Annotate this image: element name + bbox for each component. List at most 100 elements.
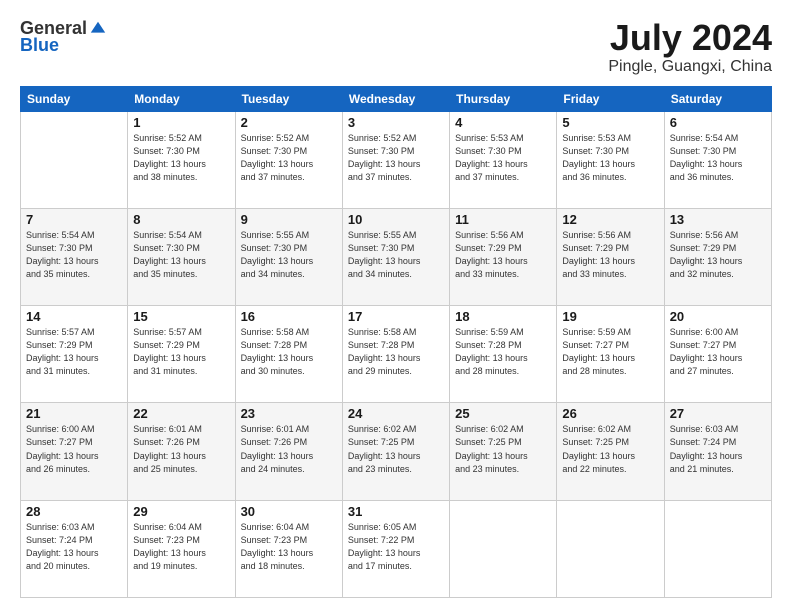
day-info: Sunrise: 6:02 AM Sunset: 7:25 PM Dayligh… xyxy=(455,423,551,475)
subtitle: Pingle, Guangxi, China xyxy=(608,58,772,76)
day-info: Sunrise: 5:59 AM Sunset: 7:27 PM Dayligh… xyxy=(562,326,658,378)
day-info: Sunrise: 5:59 AM Sunset: 7:28 PM Dayligh… xyxy=(455,326,551,378)
table-row: 31 Sunrise: 6:05 AM Sunset: 7:22 PM Dayli… xyxy=(342,500,449,597)
header-tuesday: Tuesday xyxy=(235,86,342,111)
day-info: Sunrise: 6:02 AM Sunset: 7:25 PM Dayligh… xyxy=(348,423,444,475)
day-number: 16 xyxy=(241,309,337,324)
calendar-week-row: 21Sunrise: 6:00 AM Sunset: 7:27 PM Dayli… xyxy=(21,403,772,500)
calendar-week-row: 28 Sunrise: 6:03 AM Sunset: 7:24 PM Dayli… xyxy=(21,500,772,597)
table-row: 14 Sunrise: 5:57 AM Sunset: 7:29 PM Dayli… xyxy=(21,306,128,403)
day-number: 8 xyxy=(133,212,229,227)
day-info: Sunrise: 5:54 AM Sunset: 7:30 PM Dayligh… xyxy=(133,229,229,281)
table-row: 2 Sunrise: 5:52 AM Sunset: 7:30 PM Daylig… xyxy=(235,111,342,208)
day-number: 28 xyxy=(26,504,122,519)
day-info: Sunrise: 6:01 AM Sunset: 7:26 PM Dayligh… xyxy=(241,423,337,475)
day-number: 17 xyxy=(348,309,444,324)
day-info: Sunrise: 6:03 AM Sunset: 7:24 PM Dayligh… xyxy=(670,423,766,475)
table-row: 3 Sunrise: 5:52 AM Sunset: 7:30 PM Daylig… xyxy=(342,111,449,208)
table-row xyxy=(664,500,771,597)
day-number: 10 xyxy=(348,212,444,227)
table-row: 23 Sunrise: 6:01 AM Sunset: 7:26 PM Dayli… xyxy=(235,403,342,500)
day-info: Sunrise: 6:04 AM Sunset: 7:23 PM Dayligh… xyxy=(241,521,337,573)
table-row: 27Sunrise: 6:03 AM Sunset: 7:24 PM Dayli… xyxy=(664,403,771,500)
table-row: 7Sunrise: 5:54 AM Sunset: 7:30 PM Daylig… xyxy=(21,208,128,305)
table-row: 18 Sunrise: 5:59 AM Sunset: 7:28 PM Dayli… xyxy=(450,306,557,403)
day-number: 3 xyxy=(348,115,444,130)
day-info: Sunrise: 6:00 AM Sunset: 7:27 PM Dayligh… xyxy=(26,423,122,475)
main-title: July 2024 xyxy=(608,18,772,58)
calendar-week-row: 7 Sunrise: 5:54 AM Sunset: 7:30 PM Daylig… xyxy=(21,208,772,305)
header-wednesday: Wednesday xyxy=(342,86,449,111)
table-row: 28 Sunrise: 6:03 AM Sunset: 7:24 PM Dayli… xyxy=(21,500,128,597)
day-info: Sunrise: 5:53 AM Sunset: 7:30 PM Dayligh… xyxy=(562,132,658,184)
day-number: 18 xyxy=(455,309,551,324)
table-row: 24 Sunrise: 6:02 AM Sunset: 7:25 PM Dayli… xyxy=(342,403,449,500)
table-row xyxy=(450,500,557,597)
day-info: Sunrise: 6:03 AM Sunset: 7:24 PM Dayligh… xyxy=(26,521,122,573)
day-number: 22 xyxy=(133,406,229,421)
day-number: 12 xyxy=(562,212,658,227)
day-info: Sunrise: 5:55 AM Sunset: 7:30 PM Dayligh… xyxy=(348,229,444,281)
day-info: Sunrise: 5:52 AM Sunset: 7:30 PM Dayligh… xyxy=(133,132,229,184)
table-row xyxy=(21,111,128,208)
day-number: 7 xyxy=(26,212,122,227)
day-number: 1 xyxy=(133,115,229,130)
table-row: 1 Sunrise: 5:52 AM Sunset: 7:30 PM Daylig… xyxy=(128,111,235,208)
day-number: 31 xyxy=(348,504,444,519)
table-row: 9Sunrise: 5:55 AM Sunset: 7:30 PM Daylig… xyxy=(235,208,342,305)
table-row: 15 Sunrise: 5:57 AM Sunset: 7:29 PM Dayli… xyxy=(128,306,235,403)
header-thursday: Thursday xyxy=(450,86,557,111)
day-info: Sunrise: 6:00 AM Sunset: 7:27 PM Dayligh… xyxy=(670,326,766,378)
table-row: 11 Sunrise: 5:56 AM Sunset: 7:29 PM Dayli… xyxy=(450,208,557,305)
day-number: 6 xyxy=(670,115,766,130)
day-info: Sunrise: 5:53 AM Sunset: 7:30 PM Dayligh… xyxy=(455,132,551,184)
day-number: 15 xyxy=(133,309,229,324)
day-info: Sunrise: 5:58 AM Sunset: 7:28 PM Dayligh… xyxy=(348,326,444,378)
day-info: Sunrise: 6:01 AM Sunset: 7:26 PM Dayligh… xyxy=(133,423,229,475)
day-number: 11 xyxy=(455,212,551,227)
table-row: 22 Sunrise: 6:01 AM Sunset: 7:26 PM Dayli… xyxy=(128,403,235,500)
day-number: 14 xyxy=(26,309,122,324)
logo-icon xyxy=(89,20,107,38)
calendar-week-row: 1 Sunrise: 5:52 AM Sunset: 7:30 PM Daylig… xyxy=(21,111,772,208)
day-info: Sunrise: 5:56 AM Sunset: 7:29 PM Dayligh… xyxy=(562,229,658,281)
calendar-table: Sunday Monday Tuesday Wednesday Thursday… xyxy=(20,86,772,598)
day-info: Sunrise: 6:04 AM Sunset: 7:23 PM Dayligh… xyxy=(133,521,229,573)
table-row: 19Sunrise: 5:59 AM Sunset: 7:27 PM Dayli… xyxy=(557,306,664,403)
table-row: 12 Sunrise: 5:56 AM Sunset: 7:29 PM Dayli… xyxy=(557,208,664,305)
day-number: 29 xyxy=(133,504,229,519)
table-row: 21Sunrise: 6:00 AM Sunset: 7:27 PM Dayli… xyxy=(21,403,128,500)
table-row: 13 Sunrise: 5:56 AM Sunset: 7:29 PM Dayli… xyxy=(664,208,771,305)
day-info: Sunrise: 5:58 AM Sunset: 7:28 PM Dayligh… xyxy=(241,326,337,378)
day-info: Sunrise: 5:57 AM Sunset: 7:29 PM Dayligh… xyxy=(26,326,122,378)
table-row: 30Sunrise: 6:04 AM Sunset: 7:23 PM Dayli… xyxy=(235,500,342,597)
day-info: Sunrise: 5:55 AM Sunset: 7:30 PM Dayligh… xyxy=(241,229,337,281)
table-row: 25 Sunrise: 6:02 AM Sunset: 7:25 PM Dayli… xyxy=(450,403,557,500)
day-number: 20 xyxy=(670,309,766,324)
day-number: 2 xyxy=(241,115,337,130)
day-info: Sunrise: 6:05 AM Sunset: 7:22 PM Dayligh… xyxy=(348,521,444,573)
day-info: Sunrise: 5:52 AM Sunset: 7:30 PM Dayligh… xyxy=(348,132,444,184)
header-sunday: Sunday xyxy=(21,86,128,111)
day-number: 5 xyxy=(562,115,658,130)
day-number: 24 xyxy=(348,406,444,421)
day-info: Sunrise: 5:52 AM Sunset: 7:30 PM Dayligh… xyxy=(241,132,337,184)
table-row: 5 Sunrise: 5:53 AM Sunset: 7:30 PM Daylig… xyxy=(557,111,664,208)
logo: General Blue xyxy=(20,18,107,56)
calendar-week-row: 14 Sunrise: 5:57 AM Sunset: 7:29 PM Dayli… xyxy=(21,306,772,403)
table-row: 20 Sunrise: 6:00 AM Sunset: 7:27 PM Dayli… xyxy=(664,306,771,403)
day-info: Sunrise: 5:57 AM Sunset: 7:29 PM Dayligh… xyxy=(133,326,229,378)
day-info: Sunrise: 5:56 AM Sunset: 7:29 PM Dayligh… xyxy=(670,229,766,281)
day-number: 23 xyxy=(241,406,337,421)
header-monday: Monday xyxy=(128,86,235,111)
day-number: 26 xyxy=(562,406,658,421)
table-row: 10 Sunrise: 5:55 AM Sunset: 7:30 PM Dayli… xyxy=(342,208,449,305)
header-friday: Friday xyxy=(557,86,664,111)
day-info: Sunrise: 5:56 AM Sunset: 7:29 PM Dayligh… xyxy=(455,229,551,281)
header: General Blue July 2024 Pingle, Guangxi, … xyxy=(20,18,772,76)
table-row: 6Sunrise: 5:54 AM Sunset: 7:30 PM Daylig… xyxy=(664,111,771,208)
header-saturday: Saturday xyxy=(664,86,771,111)
table-row: 17 Sunrise: 5:58 AM Sunset: 7:28 PM Dayli… xyxy=(342,306,449,403)
day-number: 13 xyxy=(670,212,766,227)
day-number: 25 xyxy=(455,406,551,421)
